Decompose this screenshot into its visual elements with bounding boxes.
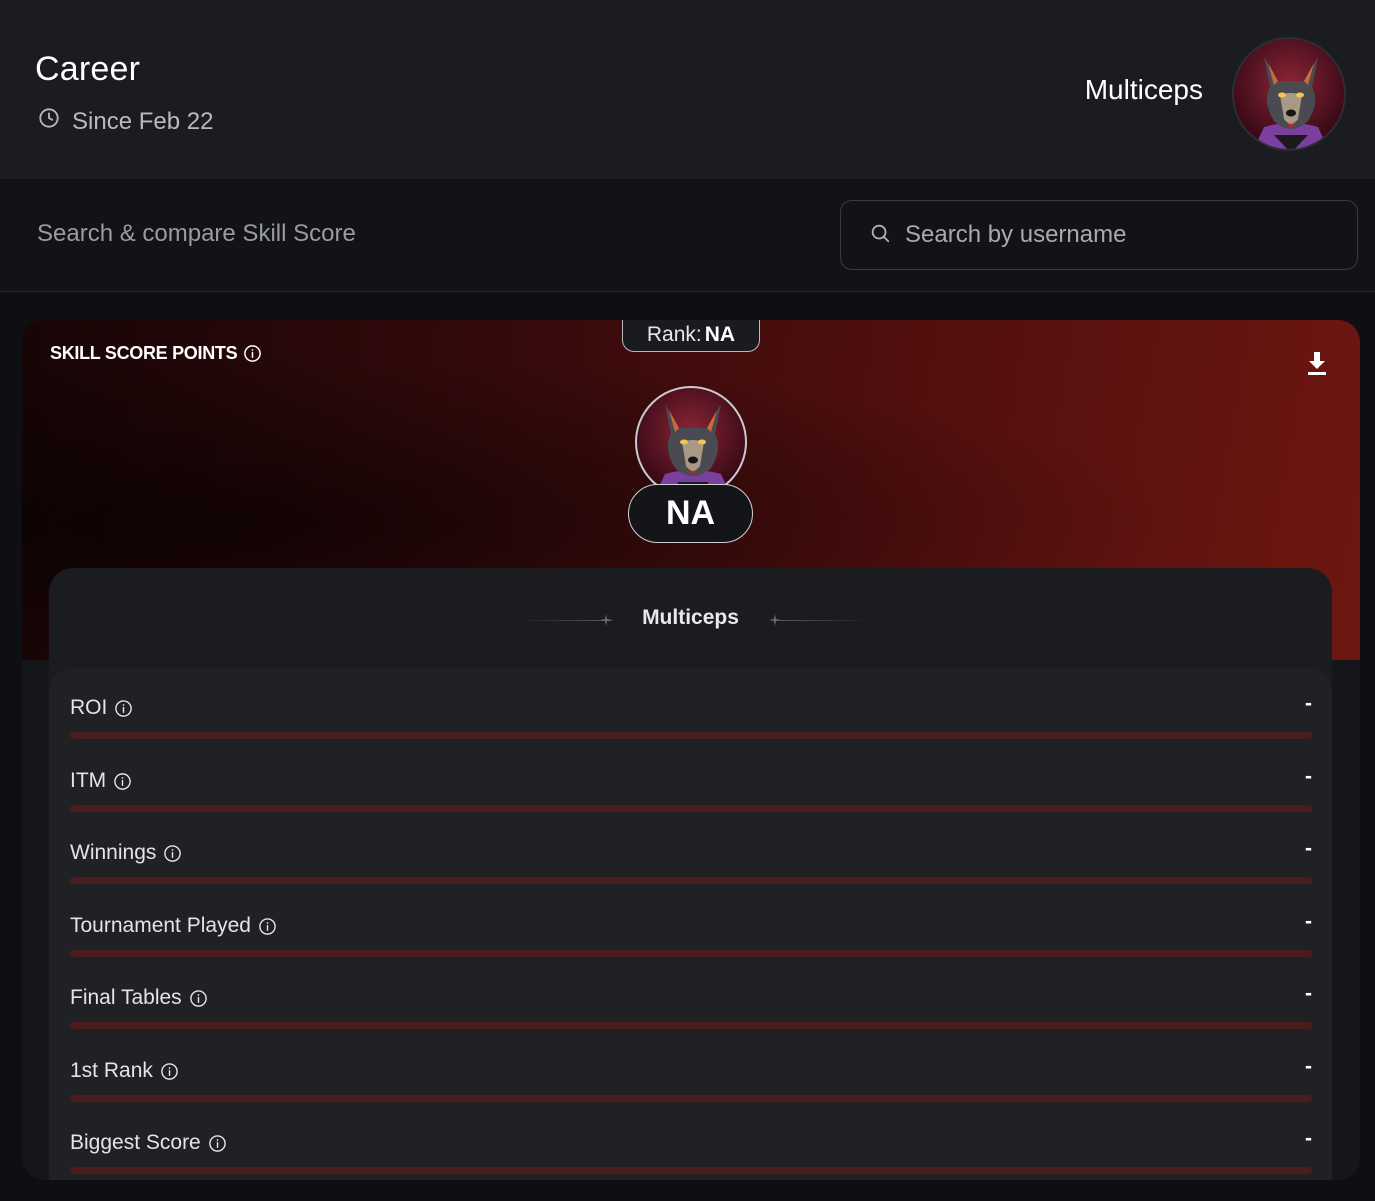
stat-progress-bar <box>70 732 1312 739</box>
stat-label: ITM <box>70 769 132 793</box>
stat-progress-bar <box>70 877 1312 884</box>
search-box[interactable] <box>840 200 1358 270</box>
stat-label: Winnings <box>70 841 182 865</box>
stat-row-1st-rank: 1st Rank - <box>70 1055 1312 1131</box>
stat-value: - <box>1305 1127 1312 1150</box>
stat-row-roi: ROI - <box>70 692 1312 768</box>
info-icon[interactable] <box>163 844 182 863</box>
rank-badge: Rank: NA <box>622 320 760 352</box>
download-icon[interactable] <box>1306 350 1328 376</box>
search-compare-label: Search & compare Skill Score <box>37 220 356 247</box>
info-icon[interactable] <box>160 1062 179 1081</box>
info-icon[interactable] <box>243 344 262 363</box>
search-input[interactable] <box>905 221 1325 249</box>
stat-progress-bar <box>70 805 1312 812</box>
info-icon[interactable] <box>114 699 133 718</box>
rank-label: Rank: <box>646 322 702 346</box>
rank-value: NA <box>704 322 736 346</box>
skill-score-value: NA <box>628 484 753 543</box>
stat-label: 1st Rank <box>70 1059 179 1083</box>
stat-progress-bar <box>70 950 1312 957</box>
stat-value: - <box>1305 982 1312 1005</box>
stat-value: - <box>1305 765 1312 788</box>
wolf-avatar[interactable] <box>1232 37 1346 151</box>
stat-progress-bar <box>70 1095 1312 1102</box>
info-icon[interactable] <box>208 1134 227 1153</box>
page-title: Career <box>35 50 141 88</box>
stat-label-text: Tournament Played <box>70 914 251 937</box>
stat-row-biggest-score: Biggest Score - <box>70 1127 1312 1180</box>
stat-label: Biggest Score <box>70 1131 227 1155</box>
stat-value: - <box>1305 692 1312 715</box>
stat-value: - <box>1305 837 1312 860</box>
stat-label-text: Biggest Score <box>70 1131 201 1154</box>
stat-progress-bar <box>70 1022 1312 1029</box>
divider-right <box>776 620 871 621</box>
stat-label: ROI <box>70 696 133 720</box>
stat-row-final-tables: Final Tables - <box>70 982 1312 1058</box>
career-header: Career Since Feb 22 Multiceps <box>0 0 1375 179</box>
info-icon[interactable] <box>258 917 277 936</box>
skill-score-title: SKILL SCORE POINTS <box>50 343 262 364</box>
skill-score-card: SKILL SCORE POINTS Rank: NA NA Multiceps… <box>22 320 1360 1180</box>
stat-label: Tournament Played <box>70 914 277 938</box>
stat-row-itm: ITM - <box>70 765 1312 841</box>
header-username: Multiceps <box>1084 74 1203 105</box>
stats-panel: Multiceps ROI - ITM - Winnings - Tournam… <box>49 568 1332 1180</box>
stat-progress-bar <box>70 1167 1312 1174</box>
since-date: Since Feb 22 <box>38 107 213 136</box>
stat-label-text: ROI <box>70 696 108 719</box>
info-icon[interactable] <box>189 989 208 1008</box>
stat-label-text: Winnings <box>70 841 157 864</box>
info-icon[interactable] <box>113 772 132 791</box>
clock-icon <box>38 107 60 136</box>
search-icon <box>869 222 905 249</box>
stat-row-tournament-played: Tournament Played - <box>70 910 1312 986</box>
stat-row-winnings: Winnings - <box>70 837 1312 913</box>
player-name: Multiceps <box>642 606 739 629</box>
player-avatar <box>635 386 747 498</box>
stat-label-text: 1st Rank <box>70 1059 153 1082</box>
stat-label-text: Final Tables <box>70 986 182 1009</box>
stat-value: - <box>1305 1055 1312 1078</box>
search-compare-bar: Search & compare Skill Score <box>0 179 1375 292</box>
stat-label-text: ITM <box>70 769 107 792</box>
stats-list: ROI - ITM - Winnings - Tournament Played… <box>49 668 1332 1180</box>
stat-label: Final Tables <box>70 986 208 1010</box>
since-text: Since Feb 22 <box>72 107 214 135</box>
stat-value: - <box>1305 910 1312 933</box>
skill-score-title-text: SKILL SCORE POINTS <box>50 343 238 363</box>
